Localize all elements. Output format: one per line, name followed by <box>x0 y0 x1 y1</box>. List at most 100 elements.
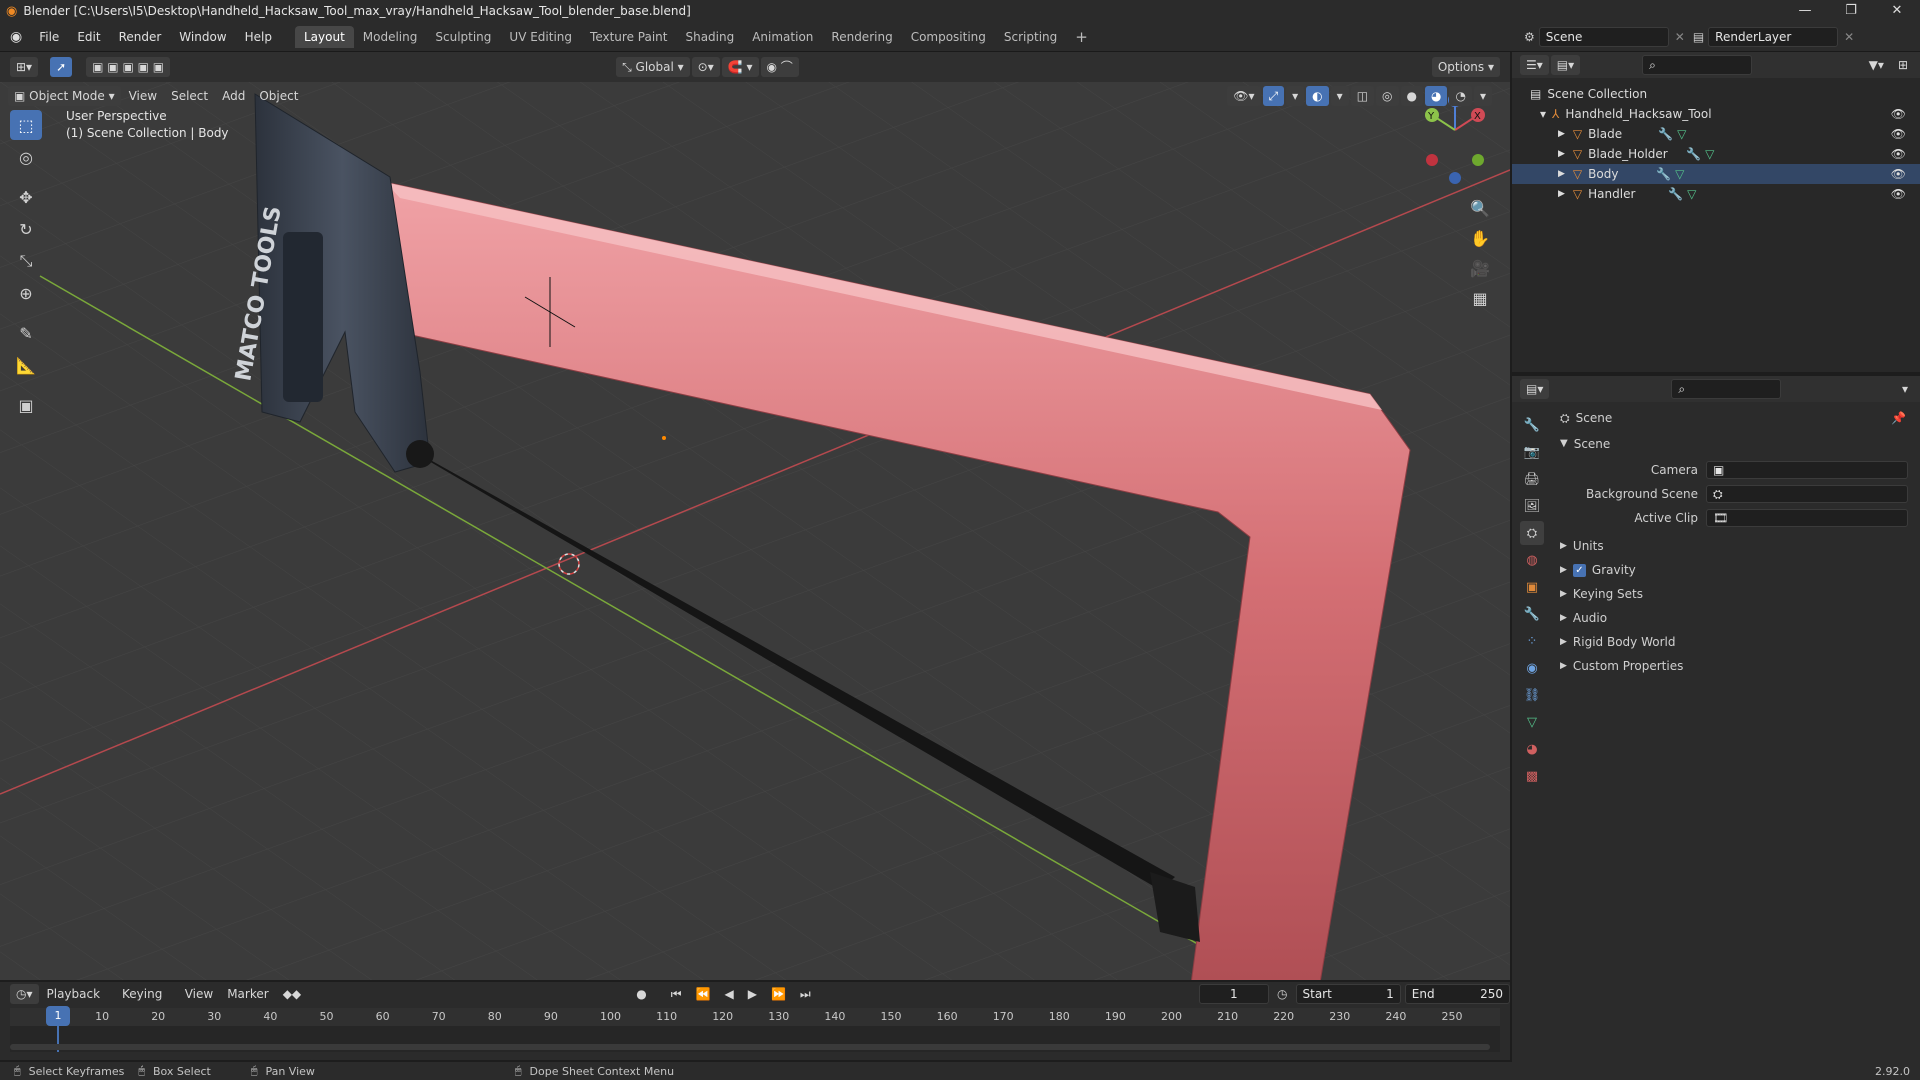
jump-start-icon[interactable]: ⏮ <box>665 984 688 1004</box>
panel-collapse-icon[interactable]: ▼ <box>1560 432 1568 456</box>
tab-uv-editing[interactable]: UV Editing <box>500 26 581 48</box>
add-cube-tool-icon[interactable]: ▣ <box>10 390 42 420</box>
tab-modeling[interactable]: Modeling <box>354 26 427 48</box>
end-frame-field[interactable]: End 250 <box>1404 984 1510 1004</box>
playhead[interactable]: 1 <box>46 1006 70 1026</box>
start-frame-field[interactable]: Start 1 <box>1295 984 1401 1004</box>
shading-rendered-icon[interactable]: ◔ <box>1449 86 1472 106</box>
timeline-view-menu[interactable]: View <box>179 984 219 1004</box>
camera-field[interactable]: ▣ <box>1706 461 1908 479</box>
timeline-scrollbar[interactable] <box>10 1044 1490 1050</box>
particles-tab-icon[interactable]: ⁘ <box>1520 629 1544 653</box>
play-icon[interactable]: ▶ <box>742 984 763 1004</box>
expand-arrow-icon[interactable]: ▶ <box>1560 534 1567 558</box>
tab-scripting[interactable]: Scripting <box>995 26 1066 48</box>
expand-arrow-icon[interactable]: ▶ <box>1558 124 1565 144</box>
camera-view-icon[interactable]: 🎥 <box>1466 254 1494 282</box>
mesh-data-icon[interactable]: ▽ <box>1677 124 1686 144</box>
rotate-tool-icon[interactable]: ↻ <box>10 214 42 244</box>
shading-dropdown-icon[interactable]: ▾ <box>1473 86 1492 106</box>
measure-tool-icon[interactable]: 📐 <box>10 350 42 380</box>
outliner-item-handler[interactable]: ▶ ▽ Handler 🔧 ▽ 👁 <box>1530 184 1920 204</box>
gizmo-neg-y-button[interactable] <box>1472 154 1484 166</box>
properties-options-icon[interactable]: ▾ <box>1896 379 1914 399</box>
shading-material-icon[interactable]: ◕ <box>1425 86 1448 106</box>
transform-orientation[interactable]: ⤡ Global ▾ <box>616 57 690 77</box>
select-tool-icon[interactable]: ➚ <box>50 57 73 77</box>
jump-end-icon[interactable]: ⏭ <box>794 984 817 1004</box>
expand-arrow-icon[interactable]: ▶ <box>1560 630 1567 654</box>
gizmo-neg-z-button[interactable] <box>1449 172 1461 184</box>
keyframe-icons[interactable]: ◆◆ ◇◇ <box>277 984 329 1021</box>
cursor-tool-icon[interactable]: ◎ <box>10 142 42 172</box>
constraints-tab-icon[interactable]: ⛓ <box>1520 683 1544 707</box>
keying-menu[interactable]: Keying ▾ <box>116 984 177 1021</box>
tool-tab-icon[interactable]: 🔧 <box>1520 413 1544 437</box>
expand-arrow-icon[interactable]: ▶ <box>1558 164 1565 184</box>
gravity-checkbox[interactable]: ✓ <box>1572 563 1586 577</box>
audio-panel[interactable]: ▶ Audio <box>1556 606 1916 630</box>
menu-file[interactable]: File <box>30 22 68 52</box>
keying-sets-panel[interactable]: ▶ Keying Sets <box>1556 582 1916 606</box>
background-scene-field[interactable]: ⛭ <box>1706 485 1908 503</box>
maximize-button[interactable]: ❐ <box>1828 0 1874 22</box>
pan-hand-icon[interactable]: ✋ <box>1466 224 1494 252</box>
expand-arrow-icon[interactable]: ▶ <box>1558 144 1565 164</box>
output-tab-icon[interactable]: 🖨 <box>1520 467 1544 491</box>
mesh-data-icon[interactable]: ▽ <box>1705 144 1714 164</box>
units-panel[interactable]: ▶ Units <box>1556 534 1916 558</box>
3d-viewport[interactable]: MATCO TOOLS Z X Y User Perspective (1) S… <box>0 82 1510 980</box>
tab-texture-paint[interactable]: Texture Paint <box>581 26 676 48</box>
viewport-menu-view[interactable]: View <box>123 86 163 106</box>
proportional-edit-icon[interactable]: ◉ ⌒ <box>760 57 799 77</box>
render-tab-icon[interactable]: 📷 <box>1520 440 1544 464</box>
outliner-item-blade[interactable]: ▶ ▽ Blade 🔧 ▽ 👁 <box>1530 124 1920 144</box>
annotate-tool-icon[interactable]: ✎ <box>10 318 42 348</box>
gizmo-dropdown-icon[interactable]: ▾ <box>1286 86 1305 106</box>
viewport-menu-select[interactable]: Select <box>165 86 214 106</box>
outliner-item-blade-holder[interactable]: ▶ ▽ Blade_Holder 🔧 ▽ 👁 <box>1530 144 1920 164</box>
shading-solid-icon[interactable]: ● <box>1400 86 1423 106</box>
snap-icon[interactable]: 🧲 ▾ <box>721 57 759 77</box>
close-scene-icon[interactable]: ✕ <box>1675 30 1685 44</box>
playback-menu[interactable]: Playback ▾ <box>41 984 115 1021</box>
transform-tool-icon[interactable]: ⊕ <box>10 278 42 308</box>
physics-tab-icon[interactable]: ◉ <box>1520 656 1544 680</box>
modifier-tab-icon[interactable]: 🔧 <box>1520 602 1544 626</box>
outliner-search-input[interactable]: ⌕ <box>1642 55 1753 75</box>
texture-tab-icon[interactable]: ▩ <box>1520 764 1544 788</box>
clock-icon[interactable]: ◷ <box>1277 987 1287 1001</box>
custom-properties-panel[interactable]: ▶ Custom Properties <box>1556 654 1916 678</box>
tab-rendering[interactable]: Rendering <box>822 26 901 48</box>
rigid-body-world-panel[interactable]: ▶ Rigid Body World <box>1556 630 1916 654</box>
scale-tool-icon[interactable]: ⤡ <box>10 246 42 276</box>
scene-selector[interactable]: Scene <box>1538 27 1669 47</box>
mode-selector[interactable]: ▣ Object Mode ▾ <box>8 86 121 106</box>
eye-icon[interactable]: 👁 <box>1891 144 1906 164</box>
pin-icon[interactable]: 📌 <box>1891 406 1906 430</box>
expand-arrow-icon[interactable]: ▶ <box>1558 184 1565 204</box>
viewport-menu-object[interactable]: Object <box>253 86 304 106</box>
tab-compositing[interactable]: Compositing <box>902 26 995 48</box>
record-icon[interactable]: ● <box>630 984 652 1004</box>
add-workspace-button[interactable]: + <box>1066 26 1097 48</box>
mesh-data-icon[interactable]: ▽ <box>1675 164 1684 184</box>
expand-arrow-icon[interactable]: ▶ <box>1560 558 1567 582</box>
blender-menu-icon[interactable]: ◉ <box>0 29 30 45</box>
selection-mode-icons[interactable]: ▣ ▣ ▣ ▣ ▣ <box>86 57 171 77</box>
options-button[interactable]: Options ▾ <box>1431 57 1500 77</box>
move-tool-icon[interactable]: ✥ <box>10 182 42 212</box>
modifier-wrench-icon[interactable]: 🔧 <box>1658 124 1673 144</box>
object-tab-icon[interactable]: ▣ <box>1520 575 1544 599</box>
gravity-panel[interactable]: ▶ ✓ Gravity <box>1556 558 1916 582</box>
current-frame-field[interactable]: 1 <box>1198 984 1270 1004</box>
gizmo-toggle-icon[interactable]: ⤢ <box>1262 86 1285 106</box>
properties-search-input[interactable]: ⌕ <box>1671 379 1782 399</box>
close-button[interactable]: ✕ <box>1874 0 1920 22</box>
world-tab-icon[interactable]: ◍ <box>1520 548 1544 572</box>
tab-layout[interactable]: Layout <box>294 25 354 48</box>
render-layer-selector[interactable]: RenderLayer <box>1708 27 1839 47</box>
xray-icon[interactable]: ◫ <box>1350 86 1375 106</box>
tab-animation[interactable]: Animation <box>743 26 822 48</box>
modifier-wrench-icon[interactable]: 🔧 <box>1668 184 1683 204</box>
